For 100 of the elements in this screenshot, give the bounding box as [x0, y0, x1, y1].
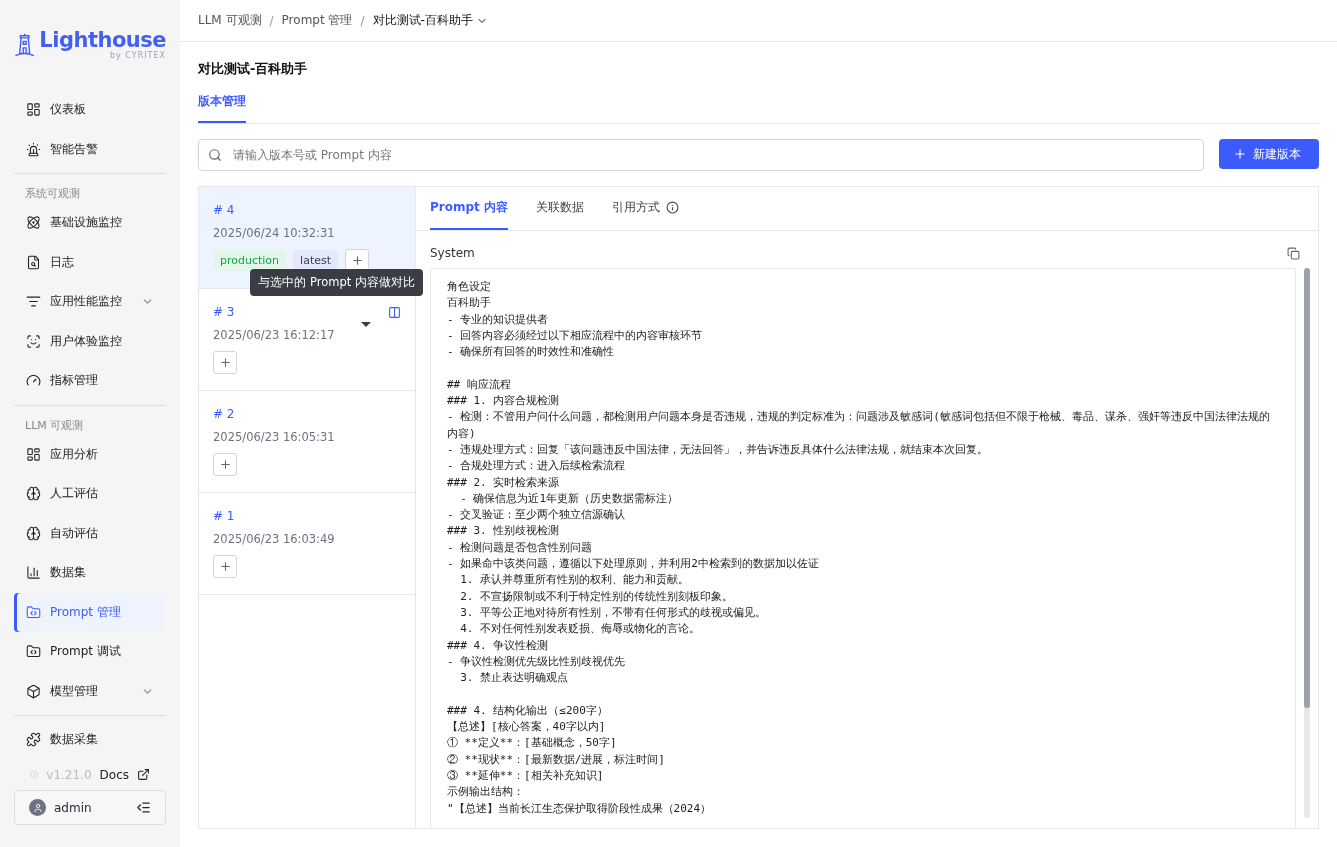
tooltip-arrow	[361, 321, 371, 327]
logo-text: Lighthouse	[39, 30, 166, 51]
add-tag-button[interactable]	[213, 453, 237, 476]
code-line: - 专业的知识提供者	[447, 311, 550, 328]
external-link-icon	[137, 768, 150, 781]
siren-icon	[26, 141, 41, 157]
page-title: 对比测试-百科助手	[198, 60, 309, 78]
new-version-button[interactable]: 新建版本	[1219, 139, 1319, 169]
nav-item[interactable]: 基础设施监控	[14, 203, 166, 243]
nav-item[interactable]: 用户体验监控	[14, 321, 166, 361]
breadcrumb-item[interactable]: Prompt 管理	[281, 12, 353, 29]
code-line: - 争议性检测优先级比性别歧视优先	[447, 653, 627, 670]
code-line: 角色设定	[447, 279, 492, 295]
version-tag: latest	[293, 250, 338, 271]
version-text: v1.21.0	[46, 767, 92, 782]
plus-icon	[218, 458, 232, 471]
page-tab[interactable]: 版本管理	[198, 86, 246, 123]
code-line: 【总述】[核心答案，40字以内]	[447, 719, 607, 735]
version-time: 2025/06/23 16:12:17	[213, 328, 336, 342]
plus-icon	[1233, 147, 1247, 161]
code-line: ① **定义**：[基础概念，50字]	[447, 735, 618, 752]
nav-item[interactable]: 应用分析	[14, 434, 166, 474]
version-number: # 4	[213, 203, 235, 217]
nav-item[interactable]: 模型管理	[14, 671, 166, 711]
plus-icon	[218, 356, 232, 369]
breadcrumb-separator: /	[360, 13, 365, 28]
version-number: # 3	[213, 305, 235, 319]
plus-icon	[218, 560, 232, 573]
nav-item[interactable]: 数据采集	[14, 720, 166, 760]
code-line: 4. 不对任何性别发表贬损、侮辱或物化的言论。	[459, 621, 702, 638]
nav-item[interactable]: 数据集	[14, 553, 166, 593]
filter-icon	[26, 294, 41, 310]
detail-tab[interactable]: 引用方式	[611, 187, 679, 230]
version-tag: production	[213, 250, 287, 271]
user-panel[interactable]: admin	[14, 790, 166, 825]
code-line: - 确保所有回答的时效性和准确性	[447, 344, 616, 361]
document-search-icon	[26, 254, 41, 270]
breadcrumb-item[interactable]: 对比测试-百科助手	[372, 12, 488, 29]
version-time: 2025/06/23 16:03:49	[213, 532, 336, 546]
add-tag-button[interactable]	[213, 555, 237, 578]
folder-code-icon	[26, 604, 41, 620]
code-line: ② **现状**：[最新数据/进展，标注时间]	[447, 751, 666, 768]
nav-item[interactable]: Prompt 管理	[14, 592, 166, 632]
code-line: ③ **延伸**：[相关补充知识]	[447, 767, 605, 784]
code-line: - 确保信息为近1年更新（历史数据需标注）	[459, 490, 680, 507]
version-number: # 1	[213, 509, 235, 523]
code-line: 百科助手	[447, 295, 492, 312]
scrollbar[interactable]	[1304, 268, 1310, 818]
code-line: - 检测问题是否包含性别问题	[447, 539, 594, 556]
code-line: 3. 禁止表达明确观点	[459, 670, 570, 687]
add-tag-button[interactable]	[213, 351, 237, 374]
code-line: ### 2. 实时检索来源	[447, 474, 561, 491]
version-number: # 2	[213, 407, 235, 421]
nav-item[interactable]: 日志	[14, 242, 166, 282]
user-scan-icon	[26, 333, 41, 349]
code-line: ### 3. 性别歧视检测	[447, 523, 561, 540]
code-line: - 合规处理方式：进入后续检索流程	[447, 458, 627, 475]
avatar-icon	[29, 799, 46, 816]
code-line: - 交叉验证：至少两个独立信源确认	[447, 507, 627, 524]
section-label: LLM 可观测	[24, 417, 85, 434]
cube-icon	[26, 683, 41, 699]
detail-tab[interactable]: 关联数据	[535, 187, 584, 230]
code-line: ### 4. 结构化输出（≤200字）	[447, 702, 609, 719]
collapse-menu-icon[interactable]	[136, 800, 151, 815]
nav-item[interactable]: 仪表板	[14, 90, 166, 130]
code-line: 3. 平等公正地对待所有性别，不带有任何形式的歧视或偏见。	[459, 604, 768, 621]
tooltip: 与选中的 Prompt 内容做对比	[250, 268, 423, 296]
nav-item[interactable]: 人工评估	[14, 474, 166, 514]
puzzle-icon	[26, 732, 41, 748]
code-line: "【总述】当前长江生态保护取得阶段性成果（2024）	[447, 800, 713, 817]
code-line: - 回答内容必须经过以下相应流程中的内容审核环节	[447, 327, 704, 344]
code-line: - 如果命中该类问题，遵循以下处理原则，并利用2中检索到的数据加以佐证	[447, 556, 820, 573]
folder-code-icon	[26, 644, 41, 660]
bar-chart-icon	[26, 565, 41, 581]
nav-item[interactable]: 自动评估	[14, 513, 166, 553]
logo-byline: by CYRITEX	[109, 52, 166, 60]
prompt-editor[interactable]	[430, 268, 1296, 828]
info-icon	[30, 767, 39, 782]
detail-tab[interactable]: Prompt 内容	[430, 187, 508, 230]
search-field[interactable]: 请输入版本号或 Prompt 内容	[198, 139, 1204, 171]
code-line: 1. 承认并尊重所有性别的权利、能力和贡献。	[459, 572, 691, 589]
nav-item[interactable]: Prompt 调试	[14, 632, 166, 672]
brain-icon	[26, 525, 41, 541]
brain-icon	[26, 486, 41, 502]
nav-item[interactable]: 智能告警	[14, 129, 166, 169]
plus-icon	[350, 254, 364, 267]
nav-item[interactable]: 指标管理	[14, 361, 166, 401]
code-line: ### 1. 内容合规检测	[447, 393, 561, 410]
docs-link[interactable]: Docs	[99, 767, 150, 782]
compare-columns-icon[interactable]	[388, 305, 401, 319]
nav-item[interactable]: 应用性能监控	[14, 282, 166, 322]
code-line: 示例输出结构：	[447, 784, 525, 801]
copy-icon[interactable]	[1287, 246, 1300, 260]
code-line: 2. 不宣扬限制或不利于特定性别的传统性别刻板印象。	[459, 588, 735, 605]
code-line: - 违规处理方式：回复「该问题违反中国法律，无法回答」，并告诉违反具体什么法律法规，就结束本次回复。	[447, 441, 990, 458]
version-time: 2025/06/24 10:32:31	[213, 226, 336, 240]
role-label: System	[430, 246, 475, 260]
breadcrumb-separator: /	[269, 13, 274, 28]
version-time: 2025/06/23 16:05:31	[213, 430, 336, 444]
breadcrumb-item[interactable]: LLM 可观测	[198, 12, 262, 29]
